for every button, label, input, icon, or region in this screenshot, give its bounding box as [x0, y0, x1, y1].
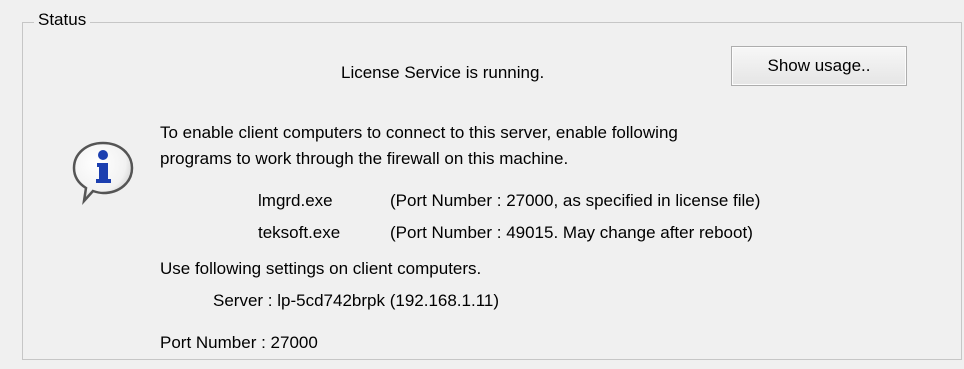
firewall-instructions-line1: To enable client computers to connect to… — [160, 123, 678, 142]
info-icon — [70, 139, 136, 205]
program-port-note: (Port Number : 27000, as specified in li… — [390, 191, 761, 210]
program-name: lmgrd.exe — [258, 191, 333, 210]
status-groupbox-title: Status — [34, 8, 91, 32]
client-server-setting: Server : lp-5cd742brpk (192.168.1.11) — [213, 291, 500, 310]
service-status-text: License Service is running. — [341, 63, 545, 82]
firewall-instructions-line2: programs to work through the firewall on… — [160, 149, 569, 168]
show-usage-button[interactable]: Show usage.. — [731, 46, 907, 86]
program-port-note: (Port Number : 49015. May change after r… — [390, 223, 753, 242]
program-name: teksoft.exe — [258, 223, 341, 242]
client-port-setting: Port Number : 27000 — [160, 333, 318, 352]
client-settings-heading: Use following settings on client compute… — [160, 259, 482, 278]
